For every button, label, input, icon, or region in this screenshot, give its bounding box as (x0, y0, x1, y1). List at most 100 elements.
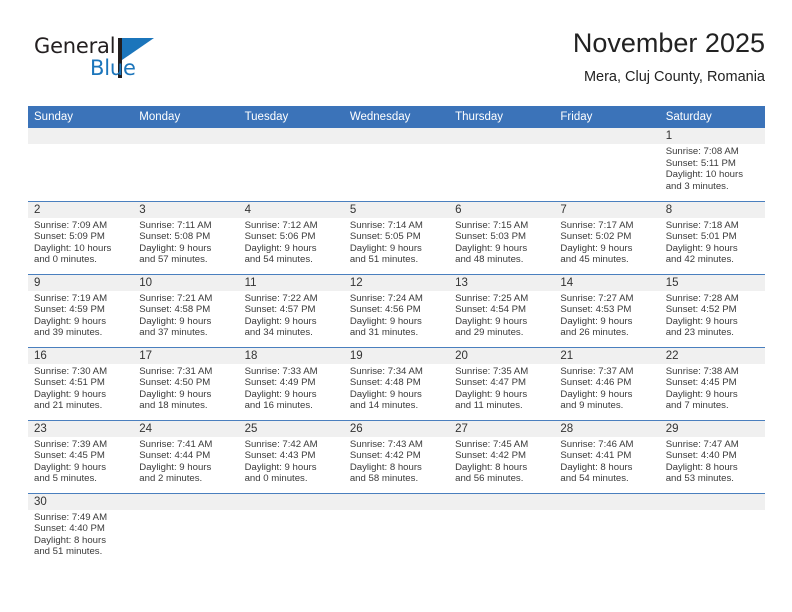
weekday-header-sunday: Sunday (28, 106, 134, 128)
day-number: 6 (449, 201, 555, 218)
daylight-line1-text: Daylight: 10 hours (34, 242, 112, 254)
calendar-day[interactable]: 12 Sunrise: 7:24 AM Sunset: 4:56 PM Dayligh… (343, 274, 450, 347)
day-sun-info: Sunrise: 7:30 AM Sunset: 4:51 PM Daylight:… (28, 364, 133, 412)
sunrise-text: Sunrise: 7:30 AM (34, 365, 108, 377)
calendar-day[interactable]: 9 Sunrise: 7:19 AM Sunset: 4:59 PM Daylight… (28, 274, 134, 347)
daylight-line1-text: Daylight: 9 hours (244, 461, 317, 473)
calendar-day[interactable]: 3 Sunrise: 7:11 AM Sunset: 5:08 PM Daylight… (133, 201, 239, 274)
daylight-line2-text: and 37 minutes. (139, 327, 208, 339)
sunset-text: Sunset: 4:57 PM (244, 304, 316, 316)
day-number: 1 (659, 128, 765, 144)
calendar-day[interactable]: 5 Sunrise: 7:14 AM Sunset: 5:05 PM Daylight… (343, 201, 450, 274)
sunset-text: Sunset: 4:47 PM (455, 377, 527, 389)
calendar-day[interactable]: 22 Sunrise: 7:38 AM Sunset: 4:45 PM Dayligh… (659, 347, 765, 420)
day-number: 30 (28, 493, 134, 510)
page-header: General Blue November 2025 Mera, Cluj Co… (28, 26, 765, 100)
general-blue-logo[interactable]: General Blue (34, 34, 174, 92)
daylight-line2-text: and 7 minutes. (665, 400, 729, 412)
calendar-day[interactable]: 29 Sunrise: 7:47 AM Sunset: 4:40 PM Dayligh… (659, 420, 765, 493)
sunset-text: Sunset: 5:01 PM (665, 231, 737, 243)
daylight-line1-text: Daylight: 9 hours (139, 242, 212, 254)
calendar-cell: 15 Sunrise: 7:28 AM Sunset: 4:52 PM Dayligh… (659, 273, 765, 347)
calendar-day[interactable]: 1 Sunrise: 7:08 AM Sunset: 5:11 PM Daylight… (659, 128, 765, 200)
day-number: 4 (238, 201, 344, 218)
calendar-day[interactable]: 28 Sunrise: 7:46 AM Sunset: 4:41 PM Dayligh… (554, 420, 660, 493)
calendar-day[interactable]: 4 Sunrise: 7:12 AM Sunset: 5:06 PM Daylight… (238, 201, 344, 274)
calendar-week-row: 9 Sunrise: 7:19 AM Sunset: 4:59 PM Daylight… (28, 273, 765, 347)
daylight-line1-text: Daylight: 8 hours (665, 461, 738, 473)
calendar-day[interactable]: 8 Sunrise: 7:18 AM Sunset: 5:01 PM Daylight… (659, 201, 765, 274)
sunset-text: Sunset: 5:03 PM (455, 231, 527, 243)
calendar-day[interactable]: 7 Sunrise: 7:17 AM Sunset: 5:02 PM Daylight… (554, 201, 660, 274)
calendar-cell: 18 Sunrise: 7:33 AM Sunset: 4:49 PM Dayligh… (238, 346, 344, 420)
calendar-day[interactable]: 15 Sunrise: 7:28 AM Sunset: 4:52 PM Dayligh… (659, 274, 765, 347)
sunrise-text: Sunrise: 7:08 AM (665, 146, 739, 157)
daylight-line2-text: and 3 minutes. (665, 180, 729, 192)
daylight-line1-text: Daylight: 9 hours (665, 388, 738, 400)
day-sun-info: Sunrise: 7:21 AM Sunset: 4:58 PM Daylight:… (133, 291, 238, 339)
calendar-day[interactable]: 19 Sunrise: 7:34 AM Sunset: 4:48 PM Dayligh… (343, 347, 450, 420)
calendar-cell: 5 Sunrise: 7:14 AM Sunset: 5:05 PM Daylight… (343, 200, 450, 274)
day-number: 16 (28, 347, 134, 364)
calendar-cell: 24 Sunrise: 7:41 AM Sunset: 4:44 PM Dayligh… (133, 419, 239, 493)
day-number: 26 (343, 420, 450, 437)
calendar-cell: 22 Sunrise: 7:38 AM Sunset: 4:45 PM Dayligh… (659, 346, 765, 420)
weekday-header-saturday: Saturday (659, 106, 765, 128)
daylight-line1-text: Daylight: 9 hours (455, 388, 528, 400)
day-number: 29 (659, 420, 765, 437)
day-sun-info: Sunrise: 7:37 AM Sunset: 4:46 PM Daylight:… (554, 364, 659, 412)
calendar-day[interactable]: 24 Sunrise: 7:41 AM Sunset: 4:44 PM Dayligh… (133, 420, 239, 493)
day-number (554, 493, 660, 510)
sunset-text: Sunset: 4:44 PM (139, 450, 211, 462)
calendar-cell (449, 128, 555, 201)
calendar-cell: 1 Sunrise: 7:08 AM Sunset: 5:11 PM Daylight… (659, 128, 765, 201)
sunset-text: Sunset: 4:46 PM (560, 377, 632, 389)
calendar-day[interactable]: 13 Sunrise: 7:25 AM Sunset: 4:54 PM Dayligh… (449, 274, 555, 347)
sunrise-text: Sunrise: 7:11 AM (139, 219, 212, 231)
calendar-cell: 11 Sunrise: 7:22 AM Sunset: 4:57 PM Dayligh… (238, 273, 344, 347)
day-number: 17 (133, 347, 239, 364)
calendar-day[interactable]: 14 Sunrise: 7:27 AM Sunset: 4:53 PM Dayligh… (554, 274, 660, 347)
day-number: 15 (659, 274, 765, 291)
daylight-line1-text: Daylight: 8 hours (349, 461, 422, 473)
calendar-day[interactable]: 21 Sunrise: 7:37 AM Sunset: 4:46 PM Dayligh… (554, 347, 660, 420)
daylight-line1-text: Daylight: 9 hours (34, 388, 106, 400)
calendar-day[interactable]: 26 Sunrise: 7:43 AM Sunset: 4:42 PM Dayligh… (343, 420, 450, 493)
calendar-day[interactable]: 6 Sunrise: 7:15 AM Sunset: 5:03 PM Daylight… (449, 201, 555, 274)
daylight-line1-text: Daylight: 9 hours (139, 315, 212, 327)
calendar-cell: 7 Sunrise: 7:17 AM Sunset: 5:02 PM Daylight… (554, 200, 660, 274)
daylight-line1-text: Daylight: 9 hours (34, 461, 106, 473)
logo-text-blue: Blue (90, 56, 136, 80)
daylight-line2-text: and 16 minutes. (244, 400, 313, 412)
day-sun-info: Sunrise: 7:28 AM Sunset: 4:52 PM Daylight:… (660, 291, 765, 339)
calendar-day[interactable]: 30 Sunrise: 7:49 AM Sunset: 4:40 PM Dayligh… (28, 493, 134, 566)
sunrise-text: Sunrise: 7:28 AM (665, 292, 739, 304)
calendar-cell (343, 492, 450, 566)
calendar-cell (133, 128, 239, 201)
daylight-line1-text: Daylight: 9 hours (349, 315, 422, 327)
calendar-day[interactable]: 20 Sunrise: 7:35 AM Sunset: 4:47 PM Dayligh… (449, 347, 555, 420)
sunset-text: Sunset: 4:41 PM (560, 450, 632, 462)
calendar-day[interactable]: 10 Sunrise: 7:21 AM Sunset: 4:58 PM Dayligh… (133, 274, 239, 347)
calendar-day[interactable]: 27 Sunrise: 7:45 AM Sunset: 4:42 PM Dayligh… (449, 420, 555, 493)
calendar-cell: 9 Sunrise: 7:19 AM Sunset: 4:59 PM Daylight… (28, 273, 134, 347)
day-sun-info: Sunrise: 7:15 AM Sunset: 5:03 PM Daylight:… (449, 218, 554, 266)
calendar-cell: 25 Sunrise: 7:42 AM Sunset: 4:43 PM Dayligh… (238, 419, 344, 493)
daylight-line2-text: and 34 minutes. (244, 327, 313, 339)
calendar-day[interactable]: 11 Sunrise: 7:22 AM Sunset: 4:57 PM Dayligh… (238, 274, 344, 347)
daylight-line2-text: and 54 minutes. (244, 254, 313, 266)
day-sun-info: Sunrise: 7:24 AM Sunset: 4:56 PM Daylight:… (344, 291, 449, 339)
calendar-day[interactable]: 23 Sunrise: 7:39 AM Sunset: 4:45 PM Dayligh… (28, 420, 134, 493)
calendar-day[interactable]: 2 Sunrise: 7:09 AM Sunset: 5:09 PM Daylight… (28, 201, 134, 274)
calendar-day[interactable]: 18 Sunrise: 7:33 AM Sunset: 4:49 PM Dayligh… (238, 347, 344, 420)
sunrise-text: Sunrise: 7:43 AM (349, 438, 423, 450)
weekday-header-monday: Monday (133, 106, 239, 128)
calendar-day-empty (133, 128, 239, 200)
day-number: 18 (238, 347, 344, 364)
calendar-day[interactable]: 16 Sunrise: 7:30 AM Sunset: 4:51 PM Dayligh… (28, 347, 134, 420)
daylight-line1-text: Daylight: 9 hours (349, 388, 422, 400)
calendar-day[interactable]: 17 Sunrise: 7:31 AM Sunset: 4:50 PM Dayligh… (133, 347, 239, 420)
daylight-line1-text: Daylight: 9 hours (560, 315, 633, 327)
sunrise-text: Sunrise: 7:49 AM (34, 511, 108, 523)
calendar-day[interactable]: 25 Sunrise: 7:42 AM Sunset: 4:43 PM Dayligh… (238, 420, 344, 493)
